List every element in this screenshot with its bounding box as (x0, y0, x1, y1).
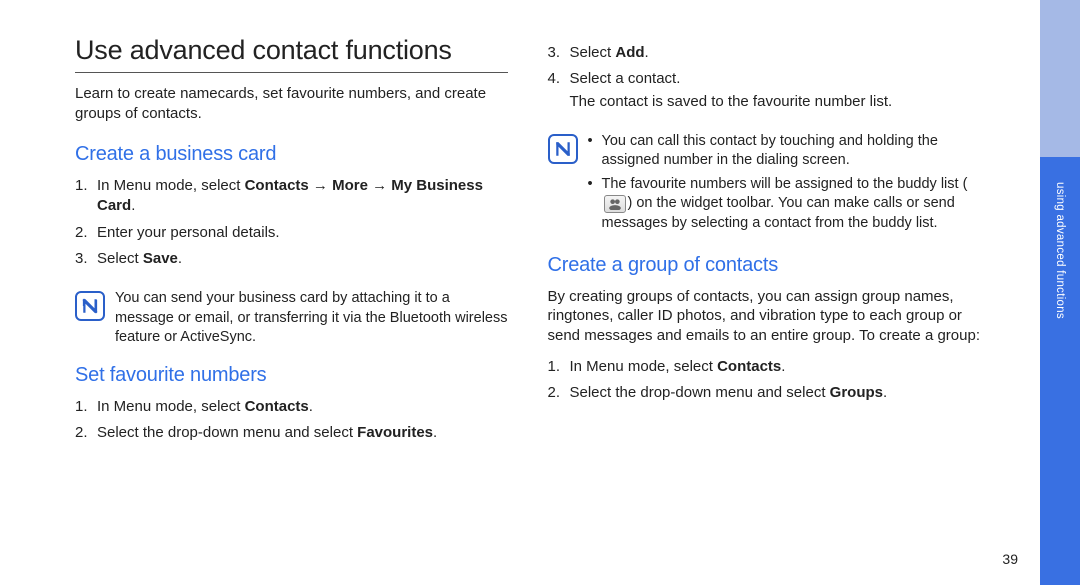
list-item: 2. Select the drop-down menu and select … (548, 383, 981, 403)
buddy-icon (604, 195, 626, 213)
heading-group: Create a group of contacts (548, 254, 981, 277)
note-box: You can send your business card by attac… (75, 289, 508, 348)
intro-text: Learn to create namecards, set favourite… (75, 84, 508, 123)
list-item: 2. Enter your personal details. (75, 223, 508, 243)
list-item: 3. Select Save. (75, 249, 508, 269)
note-text: •You can call this contact by touching a… (588, 132, 981, 238)
steps-business-card: 1. In Menu mode, select Contacts → More … (75, 176, 508, 275)
steps-group: 1. In Menu mode, select Contacts. 2. Sel… (548, 357, 981, 410)
page-number: 39 (1002, 551, 1018, 567)
page-title: Use advanced contact functions (75, 35, 508, 73)
left-column: Use advanced contact functions Learn to … (75, 35, 508, 560)
right-column: 3. Select Add. 4. Select a contact.The c… (548, 35, 981, 560)
page-content: Use advanced contact functions Learn to … (0, 0, 1030, 585)
group-body: By creating groups of contacts, you can … (548, 287, 981, 346)
list-item: 4. Select a contact.The contact is saved… (548, 69, 981, 112)
list-item: 1. In Menu mode, select Contacts. (75, 397, 508, 417)
tab-inactive (1040, 0, 1080, 157)
note-icon (548, 134, 578, 164)
steps-favourite-cont: 3. Select Add. 4. Select a contact.The c… (548, 43, 981, 118)
tab-label: using advanced functions (1054, 182, 1066, 319)
list-item: 1. In Menu mode, select Contacts. (548, 357, 981, 377)
note-icon (75, 291, 105, 321)
heading-business-card: Create a business card (75, 143, 508, 166)
note-text: You can send your business card by attac… (115, 289, 508, 348)
note-box: •You can call this contact by touching a… (548, 132, 981, 238)
list-item: 2. Select the drop-down menu and select … (75, 423, 508, 443)
side-tab: using advanced functions (1040, 0, 1080, 585)
heading-favourite: Set favourite numbers (75, 364, 508, 387)
list-item: 1. In Menu mode, select Contacts → More … (75, 176, 508, 217)
list-item: 3. Select Add. (548, 43, 981, 63)
steps-favourite: 1. In Menu mode, select Contacts. 2. Sel… (75, 397, 508, 450)
tab-active: using advanced functions (1040, 157, 1080, 585)
